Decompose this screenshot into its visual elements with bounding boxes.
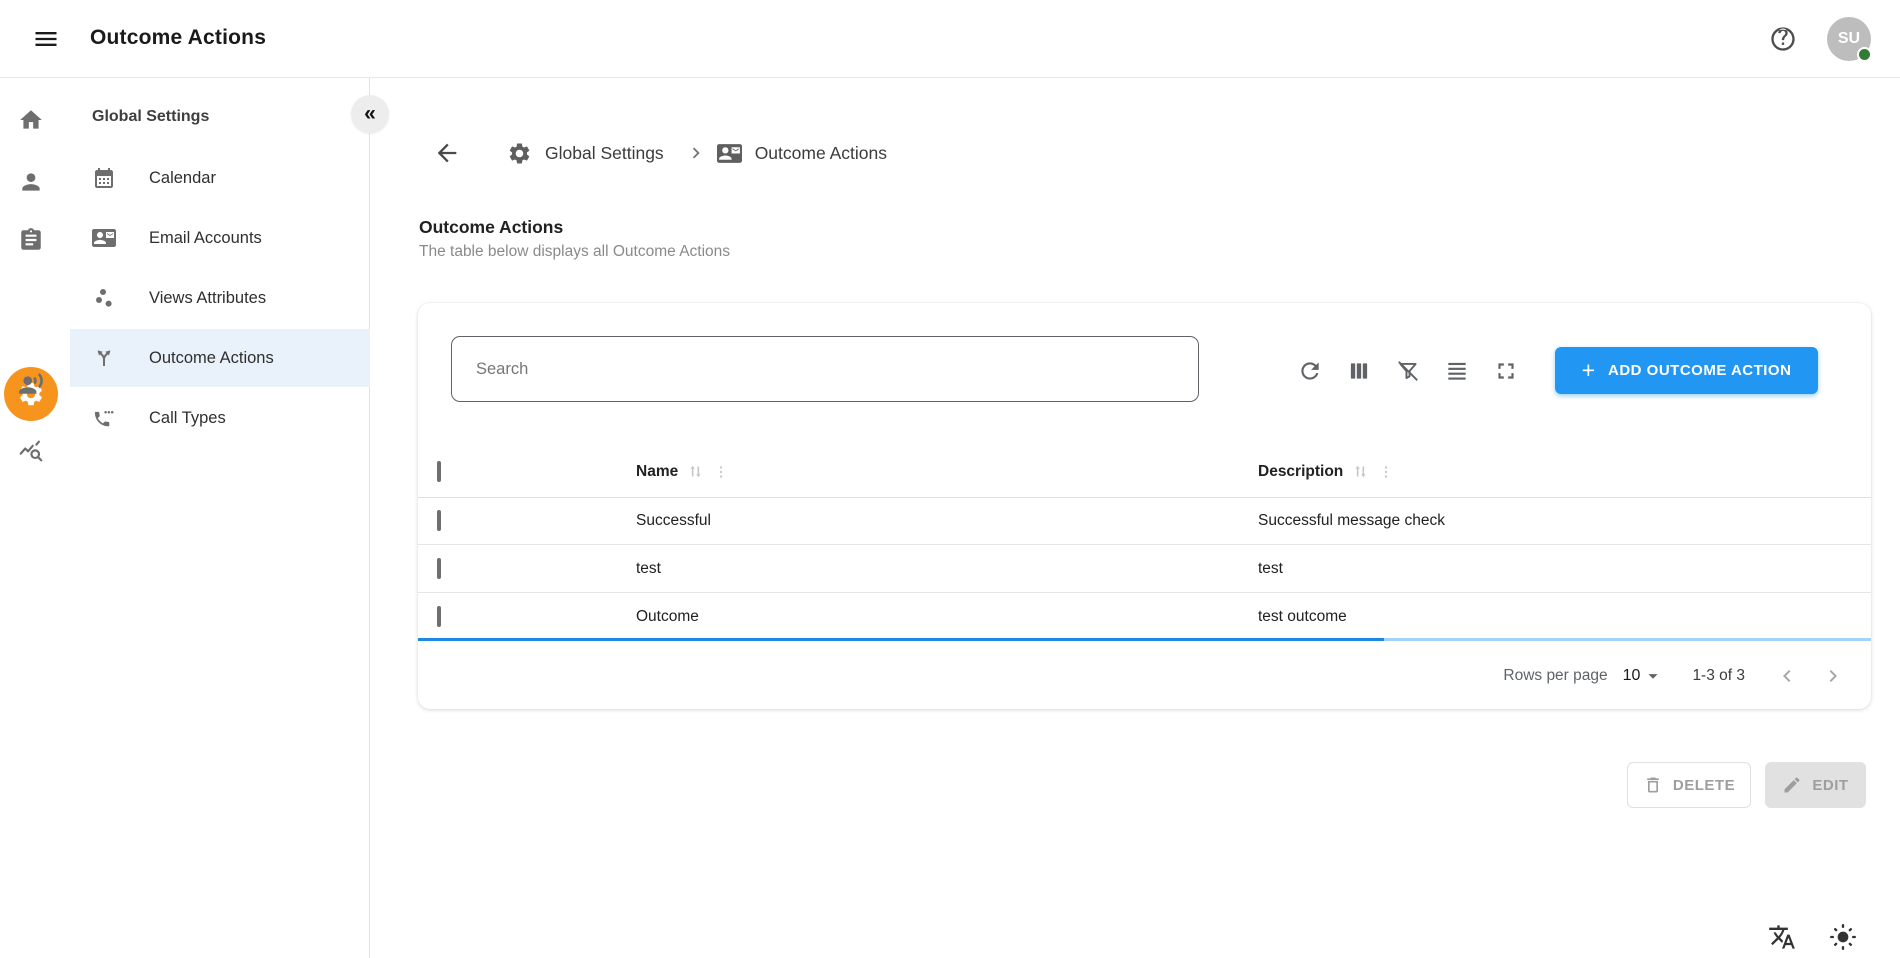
gear-icon [507,141,532,166]
sidebar-item-outcome-actions[interactable]: Outcome Actions [70,329,370,387]
grid-header-row: Name Description [418,446,1871,498]
scatter-icon [92,286,116,310]
contact-card-icon [717,141,742,166]
sidebar-header: Global Settings [92,108,209,126]
page-title: Outcome Actions [419,217,563,238]
pencil-icon [1782,775,1802,795]
avatar[interactable]: SU [1827,17,1871,61]
column-menu-icon[interactable] [713,464,729,480]
data-grid-card: + ADD OUTCOME ACTION Name Description Su… [418,303,1871,709]
edit-button[interactable]: EDIT [1765,762,1866,808]
sidebar-item-label: Outcome Actions [149,349,274,368]
page-subtitle: The table below displays all Outcome Act… [419,243,730,261]
cell-name: test [636,560,1258,578]
icon-rail [0,78,62,958]
menu-icon[interactable] [32,25,60,53]
table-row[interactable]: Successful Successful message check [418,498,1871,545]
sidebar-item-email-accounts[interactable]: Email Accounts [70,209,370,267]
edit-label: EDIT [1812,777,1848,794]
collapse-icon: « [364,102,376,126]
help-icon[interactable] [1769,25,1797,53]
loading-progress-bar [418,638,1871,641]
plus-icon: + [1582,359,1595,382]
contact-card-icon [92,226,116,250]
cell-name: Outcome [636,608,1258,626]
cell-description: test [1258,560,1871,578]
cell-name: Successful [636,512,1258,530]
avatar-initials: SU [1838,30,1860,48]
sort-icon[interactable] [1352,463,1369,480]
trash-icon [1643,775,1663,795]
calendar-icon [92,166,116,190]
sidebar: Global Settings « Calendar Email Account… [62,78,370,958]
page-range-label: 1-3 of 3 [1692,667,1745,685]
sidebar-item-views-attributes[interactable]: Views Attributes [70,269,370,327]
grid-toolbar [1297,358,1519,384]
view-columns-icon[interactable] [1346,358,1372,384]
sort-icon[interactable] [687,463,704,480]
sidebar-item-call-types[interactable]: Call Types [70,389,370,447]
row-checkbox[interactable] [437,510,441,531]
query-stats-icon[interactable] [18,439,44,465]
table-row[interactable]: Outcome test outcome [418,593,1871,640]
home-icon[interactable] [18,107,44,133]
sidebar-item-label: Email Accounts [149,229,262,248]
brightness-icon[interactable] [1829,923,1857,951]
translate-icon[interactable] [1768,923,1796,951]
breadcrumb-label: Global Settings [545,143,664,164]
clipboard-icon[interactable] [18,227,44,253]
sidebar-item-calendar[interactable]: Calendar [70,149,370,207]
top-app-bar: Outcome Actions SU [0,0,1900,78]
breadcrumb: Global Settings Outcome Actions [433,136,887,170]
branch-icon [92,346,116,370]
row-actions: DELETE EDIT [1627,762,1866,808]
column-menu-icon[interactable] [1378,464,1394,480]
previous-page-icon[interactable] [1775,664,1799,688]
rows-per-page-value: 10 [1623,667,1641,685]
add-button-label: ADD OUTCOME ACTION [1608,362,1791,379]
table-row[interactable]: test test [418,546,1871,593]
next-page-icon[interactable] [1821,664,1845,688]
pagination: Rows per page 10 1-3 of 3 [1503,652,1845,700]
fullscreen-icon[interactable] [1493,358,1519,384]
breadcrumb-outcome-actions[interactable]: Outcome Actions [717,141,887,166]
delete-button[interactable]: DELETE [1627,762,1751,808]
refresh-icon[interactable] [1297,358,1323,384]
cell-description: Successful message check [1258,512,1871,530]
column-label: Name [636,463,678,481]
delete-label: DELETE [1673,777,1735,794]
column-header-description[interactable]: Description [1258,463,1871,481]
cell-description: test outcome [1258,608,1871,626]
select-all-checkbox[interactable] [437,461,441,482]
app-title: Outcome Actions [90,26,266,50]
chevron-right-icon [685,142,707,164]
sidebar-item-label: Calendar [149,169,216,188]
back-arrow-icon[interactable] [433,139,461,167]
breadcrumb-global-settings[interactable]: Global Settings [507,141,664,166]
breadcrumb-label: Outcome Actions [755,143,887,164]
rows-per-page-select[interactable]: 10 [1623,665,1665,687]
dropdown-caret-icon [1642,665,1664,687]
person-icon[interactable] [18,169,44,195]
sidebar-item-label: Call Types [149,409,226,428]
add-outcome-action-button[interactable]: + ADD OUTCOME ACTION [1555,347,1818,394]
search-box [451,336,1199,402]
column-header-name[interactable]: Name [636,463,1258,481]
row-density-icon[interactable] [1444,358,1470,384]
voice-person-icon[interactable] [18,371,44,397]
rows-per-page-label: Rows per page [1503,667,1607,685]
sidebar-item-label: Views Attributes [149,289,266,308]
call-icon [92,406,116,430]
row-checkbox[interactable] [437,558,441,579]
collapse-sidebar-button[interactable]: « [351,95,389,133]
row-checkbox[interactable] [437,606,441,627]
column-label: Description [1258,463,1343,481]
filter-off-icon[interactable] [1395,358,1421,384]
search-input[interactable] [452,337,1198,401]
online-status-dot [1857,47,1872,62]
